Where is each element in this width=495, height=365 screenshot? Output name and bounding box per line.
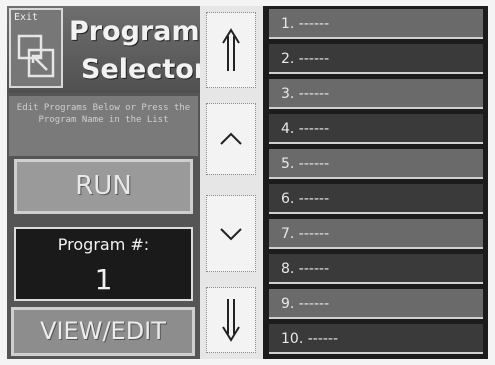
chevron-up-icon xyxy=(220,132,242,145)
program-list-item[interactable]: 4. ------ xyxy=(269,114,483,144)
exit-icon xyxy=(17,34,55,78)
program-number-box: Program #: 1 xyxy=(14,227,193,301)
double-arrow-up-icon xyxy=(222,28,240,71)
touch-screen: Exit Program Selector Edit Programs Belo… xyxy=(7,6,488,359)
program-list-item[interactable]: 2. ------ xyxy=(269,44,483,74)
program-list-item[interactable]: 3. ------ xyxy=(269,79,483,109)
program-list-item[interactable]: 5. ------ xyxy=(269,149,483,179)
program-number-label: Program #: xyxy=(57,235,150,254)
exit-button[interactable]: Exit xyxy=(9,8,63,88)
program-list-item[interactable]: 6. ------ xyxy=(269,184,483,214)
scroll-bottom-button[interactable] xyxy=(206,287,256,353)
scroll-up-button[interactable] xyxy=(206,103,256,175)
header: Exit Program Selector xyxy=(7,6,207,93)
program-number-value: 1 xyxy=(94,263,113,296)
chevron-down-icon xyxy=(220,227,242,240)
double-arrow-down-icon xyxy=(222,299,240,342)
program-list-item[interactable]: 9. ------ xyxy=(269,289,483,319)
program-list-item[interactable]: 7. ------ xyxy=(269,219,483,249)
view-edit-button[interactable]: VIEW/EDIT xyxy=(11,307,195,356)
left-panel: Exit Program Selector Edit Programs Belo… xyxy=(7,6,207,359)
program-list-item[interactable]: 8. ------ xyxy=(269,254,483,284)
scroll-controls xyxy=(200,6,263,359)
program-list: 1. ------ 2. ------ 3. ------ 4. ------ … xyxy=(263,6,488,359)
exit-label: Exit xyxy=(14,12,39,23)
program-list-item[interactable]: 1. ------ xyxy=(269,9,483,39)
instructions-text: Edit Programs Below or Press the Program… xyxy=(9,96,198,156)
title-line-2: Selector xyxy=(81,54,208,85)
program-list-item[interactable]: 10. ------ xyxy=(269,324,483,354)
scroll-top-button[interactable] xyxy=(206,12,256,88)
run-button[interactable]: RUN xyxy=(14,159,193,214)
scroll-down-button[interactable] xyxy=(206,195,256,272)
title-line-1: Program xyxy=(69,16,200,47)
